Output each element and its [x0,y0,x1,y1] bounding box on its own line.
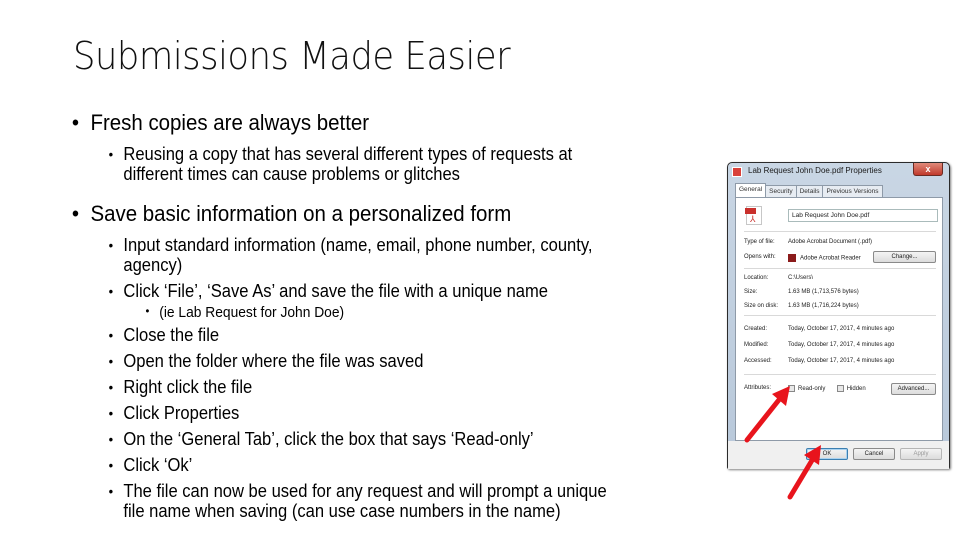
hidden-label: Hidden [846,386,866,393]
pdf-file-icon [732,167,742,177]
hidden-checkbox[interactable] [836,385,844,392]
change-button[interactable]: Change... [873,251,936,263]
bullet-item: • Close the file [108,325,220,345]
bullet-icon: • [71,201,80,226]
bullet-icon: • [108,353,114,369]
bullet-item: • Save basic information on a personaliz… [71,201,512,226]
slide-title: Submissions Made Easier [73,34,511,78]
bullet-icon: • [108,327,114,343]
tab-previous-versions[interactable]: Previous Versions [822,185,883,197]
arrow-shaft [787,454,817,500]
file-name-input[interactable]: Lab Request John Doe.pdf [788,209,938,222]
bullet-item: • Click ‘File’, ‘Save As’ and save the f… [108,281,549,301]
bullet-icon: • [108,237,114,253]
bullet-icon: • [108,146,114,162]
bullet-item: • Input standard information (name, emai… [108,235,593,275]
arrow-to-read-only [744,386,790,443]
bullet-icon: • [108,431,114,447]
apply-button[interactable]: Apply [900,448,942,460]
bullet-item: • Reusing a copy that has several differ… [108,144,573,184]
close-icon: x [925,164,931,174]
bullet-item: • Open the folder where the file was sav… [108,351,424,371]
divider [744,231,936,232]
dialog-title: Lab Request John Doe.pdf Properties [748,166,882,175]
tab-general[interactable]: General [735,183,767,197]
bullet-icon: • [108,283,114,299]
bullet-icon: • [71,110,80,135]
cancel-button[interactable]: Cancel [853,448,895,460]
bullet-icon: • [108,379,114,395]
divider [744,268,936,269]
read-only-label: Read-only [798,386,826,393]
bullet-item: • Click Properties [108,403,240,423]
dialog-footer: OK Cancel Apply [728,441,949,469]
bullet-icon: • [108,483,114,499]
arrow-shaft [744,393,785,443]
bullet-item: • (ie Lab Request for John Doe) [145,304,345,321]
tab-details[interactable]: Details [795,185,824,197]
advanced-button[interactable]: Advanced... [891,383,936,395]
acrobat-icon [788,254,796,262]
bullet-item: • Click ‘Ok’ [108,455,193,475]
bullet-item: • Fresh copies are always better [71,110,370,135]
bullet-item: • Right click the file [108,377,253,397]
close-button[interactable]: x [913,163,943,176]
dialog-tabs: General Security Details Previous Versio… [735,183,883,197]
arrow-to-ok-button [787,445,821,500]
tab-security[interactable]: Security [765,185,797,197]
bullet-item: • The file can now be used for any reque… [108,481,607,521]
bullet-icon: • [108,405,114,421]
bullet-list: • Fresh copies are always better • Reusi… [70,110,730,521]
dialog-titlebar[interactable]: Lab Request John Doe.pdf Properties x [728,163,949,181]
bullet-item: • On the ‘General Tab’, click the box th… [108,429,534,449]
pdf-document-icon [745,206,762,225]
bullet-icon: • [145,304,150,318]
divider [744,315,936,316]
bullet-icon: • [108,457,114,473]
divider [744,374,936,375]
